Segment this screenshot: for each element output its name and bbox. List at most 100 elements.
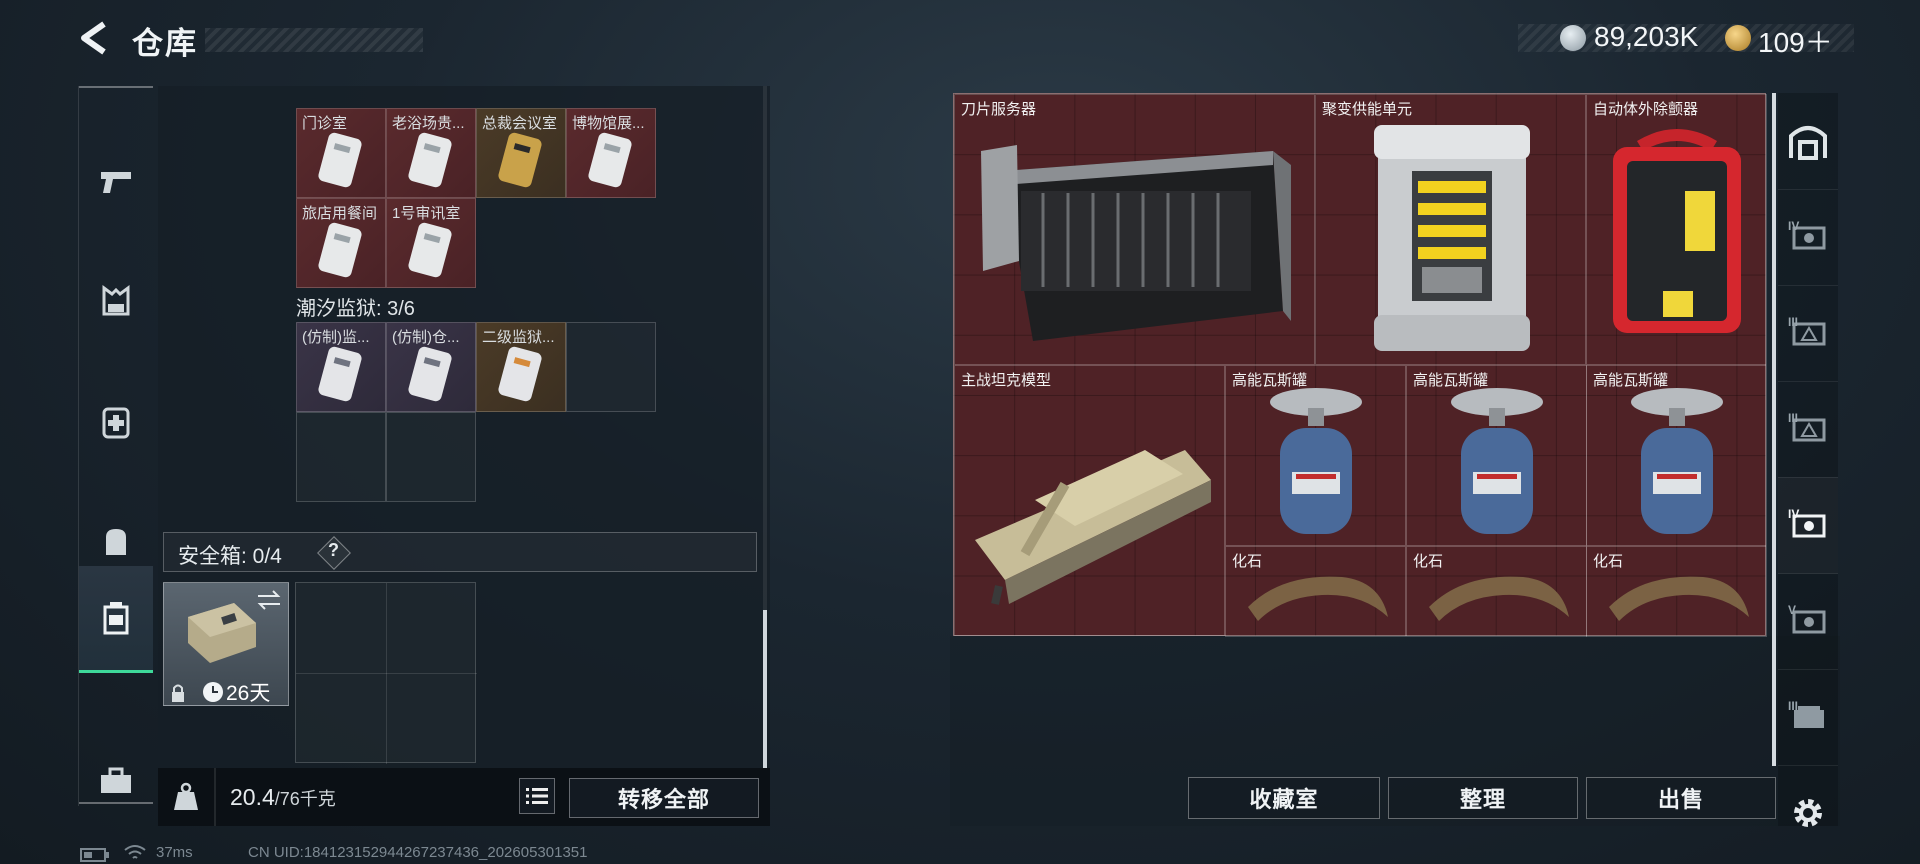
sidebar-divider [79, 86, 153, 88]
keycard-icon [588, 132, 632, 188]
blade-server-icon [981, 145, 1291, 341]
keycard-icon [318, 132, 362, 188]
tier-label: III [1788, 411, 1799, 425]
tier-label: IV [1788, 219, 1800, 233]
collection-room-button[interactable]: 收藏室 [1188, 777, 1380, 819]
weight-max: /76千克 [274, 789, 336, 809]
collection-item[interactable]: 化石 [1406, 546, 1587, 637]
item-card[interactable]: (仿制)仓... [386, 322, 476, 412]
keycard-icon [408, 132, 452, 188]
item-label: 总裁会议室 [482, 115, 558, 132]
keycard-icon [408, 346, 452, 402]
collection-item[interactable]: 主战坦克模型 [954, 365, 1225, 636]
back-arrow-icon [81, 21, 106, 55]
tab-vault[interactable] [1778, 93, 1838, 190]
tier-label: III [1788, 699, 1799, 713]
fossil-claw-icon [1429, 576, 1569, 621]
settings-button[interactable] [1778, 765, 1838, 861]
warehouse-scrollbar-thumb[interactable] [763, 610, 767, 768]
item-label: (仿制)监... [302, 329, 370, 346]
sidebar-item-safebox[interactable] [79, 566, 153, 673]
fossil-claw-icon [1248, 576, 1388, 621]
battery-icon [80, 848, 109, 862]
collection-item[interactable]: 聚变供能单元 [1315, 94, 1586, 365]
item-card[interactable]: 1号审讯室 [386, 198, 476, 288]
safebox-item[interactable]: 26天 [163, 582, 289, 706]
fusion-unit-icon [1374, 125, 1530, 351]
safebox-icon [103, 602, 129, 635]
tank-model-icon [975, 450, 1211, 605]
vault-icon [1789, 126, 1827, 160]
item-label: 门诊室 [302, 115, 348, 132]
safebox-case-icon [188, 603, 256, 663]
currency-gold-amount[interactable]: 109＋ [1758, 21, 1833, 61]
collection-item[interactable]: 高能瓦斯罐 [1406, 365, 1587, 546]
item-label: 旅店用餐间 [302, 205, 378, 222]
silver-coin-icon [1560, 25, 1586, 51]
currency-silver-amount: 89,203K [1594, 21, 1699, 52]
gas-canister-icon [1451, 388, 1543, 534]
sidebar-item-armor[interactable] [79, 246, 153, 356]
item-label: 博物馆展... [572, 115, 645, 132]
item-label: 聚变供能单元 [1322, 101, 1413, 118]
weight-current: 20.4 [230, 784, 275, 810]
sell-button[interactable]: 出售 [1586, 777, 1776, 819]
empty-slot[interactable] [296, 412, 386, 502]
item-card[interactable]: 旅店用餐间 [296, 198, 386, 288]
collection-grid: 刀片服务器 聚变供能单元 自动体外除颤器 主战坦克模型 高能瓦斯罐 高能瓦斯罐 … [953, 93, 1767, 637]
sidebar-item-medical[interactable] [79, 366, 153, 476]
tab-box-iii[interactable]: III [1778, 285, 1838, 382]
list-view-button[interactable] [519, 778, 555, 814]
warehouse-bottom-bar: 20.4/76千克 转移全部 [158, 768, 770, 826]
collection-item[interactable]: 自动体外除颤器 [1586, 94, 1767, 365]
gas-canister-icon [1270, 388, 1362, 534]
tier-label: V [1788, 603, 1797, 617]
slot-divider [296, 673, 477, 674]
item-label: 刀片服务器 [961, 101, 1037, 118]
help-icon[interactable]: ? [328, 540, 339, 561]
item-card[interactable]: 老浴场贵... [386, 108, 476, 198]
item-card[interactable]: 博物馆展... [566, 108, 656, 198]
organize-button[interactable]: 整理 [1388, 777, 1578, 819]
carry-weight: 20.4/76千克 [230, 784, 336, 811]
tab-crate-iii[interactable]: III [1778, 669, 1838, 766]
empty-slot[interactable] [566, 322, 656, 412]
item-card[interactable]: 二级监狱... [476, 322, 566, 412]
keycard-icon [408, 222, 452, 278]
toolbox-icon [101, 767, 131, 793]
collection-item[interactable]: 化石 [1586, 546, 1767, 637]
item-card[interactable]: 总裁会议室 [476, 108, 566, 198]
collection-item[interactable]: 高能瓦斯罐 [1586, 365, 1767, 546]
clock-icon [203, 682, 223, 702]
empty-slot[interactable] [386, 412, 476, 502]
item-label: 1号审讯室 [392, 205, 461, 222]
collection-item[interactable]: 高能瓦斯罐 [1225, 365, 1406, 546]
keycard-icon [318, 346, 362, 402]
safebox-empty-slots[interactable] [295, 582, 477, 764]
item-label: (仿制)仓... [392, 329, 460, 346]
safebox-header: 安全箱: 0/4 ? [163, 532, 757, 572]
tab-safe-v[interactable]: V [1778, 573, 1838, 670]
uid-text: CN UID:184123152944267237436_20260530135… [248, 844, 588, 861]
tier-label: III [1788, 315, 1799, 329]
tab-safe-iv-active[interactable]: IV [1778, 477, 1838, 574]
tier-label: IV [1788, 507, 1800, 521]
collection-scrollbar[interactable] [1772, 93, 1776, 766]
item-card[interactable]: 门诊室 [296, 108, 386, 198]
sidebar-item-weapons[interactable] [79, 126, 153, 236]
tab-box-iii-2[interactable]: III [1778, 381, 1838, 478]
storage-tabs-sidebar: IV III III IV V III [1778, 93, 1838, 827]
gas-canister-icon [1631, 388, 1723, 534]
weight-icon [174, 782, 198, 810]
lock-icon [172, 684, 184, 702]
collection-item[interactable]: 刀片服务器 [954, 94, 1315, 365]
sidebar-item-toolbox[interactable] [79, 726, 153, 836]
tab-safe-iv[interactable]: IV [1778, 189, 1838, 286]
item-card[interactable]: (仿制)监... [296, 322, 386, 412]
transfer-all-button[interactable]: 转移全部 [569, 778, 759, 818]
back-button[interactable] [78, 20, 114, 56]
page-title: 仓库 [132, 26, 198, 61]
defibrillator-icon [1613, 129, 1741, 333]
collection-item[interactable]: 化石 [1225, 546, 1406, 637]
swap-icon[interactable] [256, 589, 282, 611]
